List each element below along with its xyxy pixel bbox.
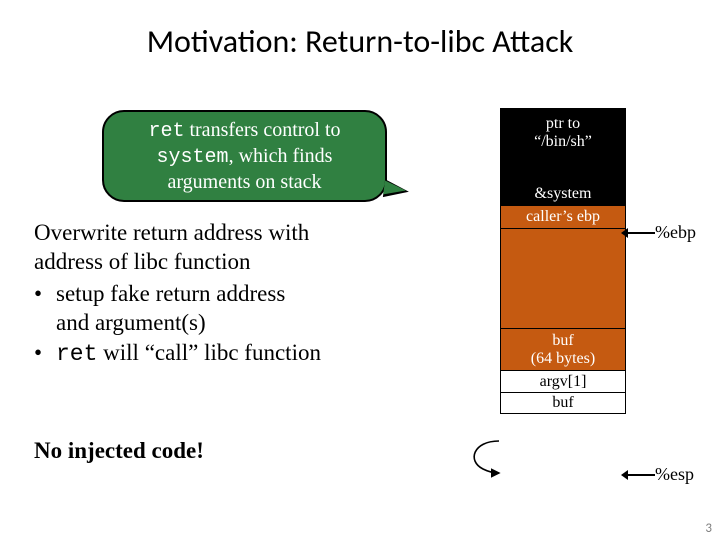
stack-cell-callers-ebp: caller’s ebp — [500, 206, 626, 229]
bullet-dot-icon: • — [34, 279, 56, 338]
stack-cell-middle — [500, 229, 626, 329]
no-injected-code: No injected code! — [34, 438, 204, 464]
body-line2: address of libc function — [34, 247, 474, 276]
stack-cell-argv1: argv[1] — [500, 371, 626, 393]
bullet-dot-icon: • — [34, 338, 56, 369]
bullet-1b: and argument(s) — [56, 310, 206, 335]
register-esp-label: %esp — [655, 464, 694, 485]
body-line1: Overwrite return address with — [34, 218, 474, 247]
callout-text-2b: , which finds — [229, 145, 333, 167]
bullet-2: • ret will “call” libc function — [34, 338, 474, 369]
callout-line3: arguments on stack — [167, 170, 321, 195]
bullet-2b: will “call” libc function — [97, 340, 321, 365]
slide-title: Motivation: Return-to-libc Attack — [0, 0, 720, 61]
bullet-2-code: ret — [56, 341, 97, 367]
callout-tail — [383, 181, 407, 198]
stack-cell-blank — [500, 158, 626, 182]
stack-diagram: ptr to“/bin/sh” &system caller’s ebp buf… — [500, 108, 626, 414]
callout-box: ret transfers control to system, which f… — [102, 110, 387, 202]
stack-buf-l2: (64 bytes) — [531, 350, 595, 367]
stack-cell-buf64: buf(64 bytes) — [500, 329, 626, 371]
stack-ptr-l2: “/bin/sh” — [534, 133, 592, 150]
body-text: Overwrite return address with address of… — [34, 218, 474, 369]
register-ebp-label: %ebp — [655, 222, 696, 243]
arrow-ebp-icon — [627, 232, 655, 234]
callout-code-system: system — [157, 146, 229, 169]
callout-text-1b: transfers control to — [184, 119, 340, 141]
stack-buf-l1: buf — [552, 332, 573, 349]
stack-ptr-l1: ptr to — [546, 115, 580, 132]
page-number: 3 — [705, 521, 712, 536]
stack-cell-ptr: ptr to“/bin/sh” — [500, 108, 626, 158]
stack-cell-system: &system — [500, 182, 626, 206]
callout-code-ret: ret — [148, 120, 184, 143]
bullet-1a: setup fake return address — [56, 281, 285, 306]
arrow-esp-icon — [627, 474, 655, 476]
bullet-1: • setup fake return address and argument… — [34, 279, 474, 338]
callout-line2: system, which finds — [157, 144, 333, 170]
loop-arrow-icon — [463, 423, 523, 493]
callout-line1: ret transfers control to — [148, 118, 340, 144]
stack-cell-buf: buf — [500, 393, 626, 414]
bullet-list: • setup fake return address and argument… — [34, 279, 474, 369]
